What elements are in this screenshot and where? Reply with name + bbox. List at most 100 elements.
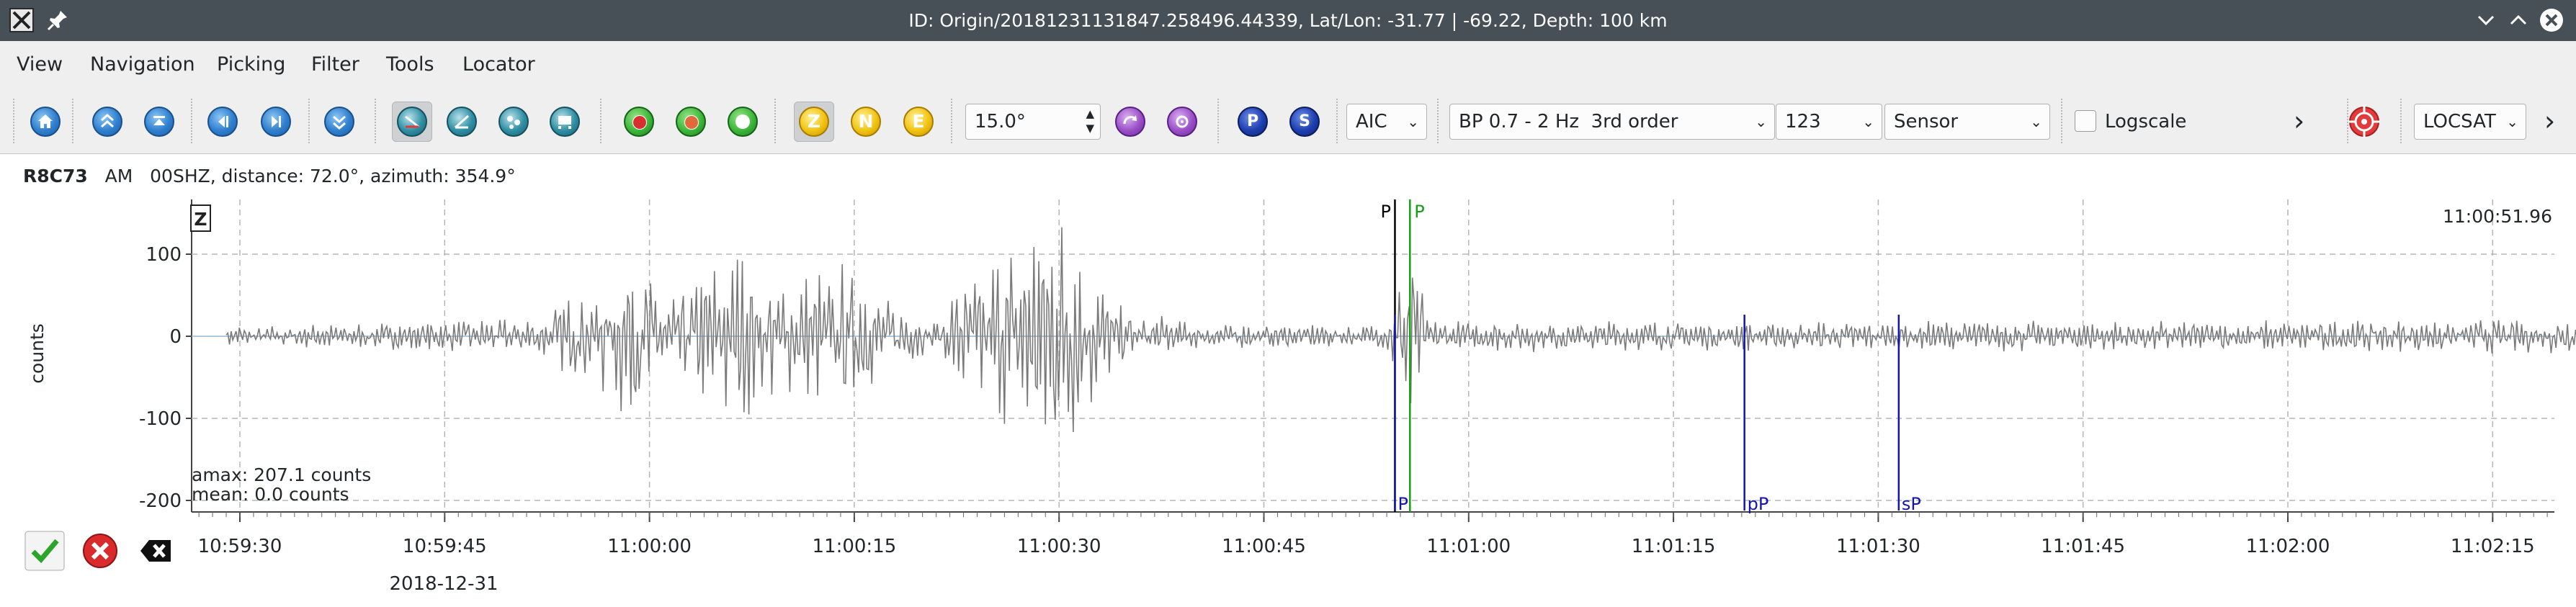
menu-tools[interactable]: Tools [386, 53, 434, 76]
toolbar-separator [600, 99, 601, 143]
rotate-icon [1115, 107, 1145, 137]
close-trace-button[interactable] [135, 530, 176, 572]
rotate-button[interactable] [1111, 102, 1150, 141]
locator-select[interactable]: LOCSAT ⌄ [2414, 104, 2526, 140]
filter-value: BP 0.7 - 2 Hz 3rd order [1459, 111, 1678, 132]
pick-accept-icon [728, 107, 758, 137]
pick-p-button[interactable] [620, 102, 658, 141]
phase-p-button[interactable]: P [1233, 102, 1272, 141]
spin-down-icon[interactable]: ▼ [1086, 122, 1094, 135]
previous-icon [207, 107, 238, 137]
phase-p-icon: P [1238, 107, 1268, 137]
x-tick-label: 11:01:30 [1836, 536, 1920, 557]
chevron-down-icon: ⌄ [2506, 113, 2518, 130]
scroll-up-button[interactable] [88, 102, 127, 141]
align-onset-button[interactable] [442, 102, 481, 141]
toolbar-extension-button[interactable]: › [2294, 103, 2304, 139]
amax-label: amax: 207.1 counts [192, 464, 371, 485]
toolbar-separator [2400, 99, 2402, 143]
sort-button[interactable] [494, 102, 533, 141]
scroll-top-button[interactable] [140, 102, 179, 141]
gain-value: 123 [1785, 111, 1821, 132]
sort-distance-button[interactable] [545, 102, 584, 141]
y-tick-label: -100 [139, 408, 182, 430]
maximize-icon[interactable] [2505, 7, 2531, 33]
angle-value: 15.0° [975, 111, 1026, 132]
chevron-down-icon: ⌄ [1755, 113, 1767, 130]
pick-s-icon [676, 107, 706, 137]
locator-extension-button[interactable]: › [2544, 103, 2555, 139]
picker-method-select[interactable]: AIC ⌄ [1346, 104, 1427, 140]
scroll-top-icon [144, 107, 174, 137]
accept-icon [24, 531, 65, 571]
menu-view[interactable]: View [17, 53, 63, 76]
target-icon [2348, 106, 2380, 138]
toolbar: Z N E 15.0° ▲ ▼ P S AIC ⌄ BP 0.7 - 2 Hz … [0, 89, 2576, 153]
window-title: ID: Origin/20181231131847.258496.44339, … [908, 10, 1668, 31]
menu-filter[interactable]: Filter [311, 53, 359, 76]
x-tick-label: 11:01:45 [2041, 536, 2125, 557]
align-origin-button[interactable] [392, 102, 432, 142]
relocate-button[interactable] [2345, 102, 2384, 141]
phase-s-button[interactable]: S [1285, 102, 1324, 141]
phase-s-icon: S [1289, 107, 1320, 137]
reject-button[interactable] [79, 530, 121, 572]
window-titlebar[interactable]: ID: Origin/20181231131847.258496.44339, … [0, 0, 2576, 41]
minimize-icon[interactable] [2473, 7, 2499, 33]
align-origin-icon [397, 107, 427, 137]
seismogram-plot[interactable]: 100 0 -100 -200 10:59:30 10:59:45 11:00:00 11:0… [0, 154, 2576, 607]
pick-accept-button[interactable] [723, 102, 762, 141]
menu-bar: View Navigation Picking Filter Tools Loc… [0, 41, 2576, 89]
close-trace-icon [140, 540, 171, 562]
trace-panel[interactable]: R8C73 AM 00SHZ, distance: 72.0°, azimuth… [0, 153, 2576, 607]
x-tick-label: 11:00:30 [1017, 536, 1101, 557]
spin-up-icon[interactable]: ▲ [1086, 107, 1094, 120]
x-tick-label: 11:01:15 [1632, 536, 1716, 557]
x-tick-label: 11:00:15 [813, 536, 897, 557]
angle-spinbox[interactable]: 15.0° ▲ ▼ [965, 104, 1101, 140]
toolbar-separator [2061, 99, 2062, 143]
component-z-button[interactable]: Z [794, 102, 834, 142]
locator-value: LOCSAT [2423, 111, 2496, 132]
menu-picking[interactable]: Picking [217, 53, 285, 76]
scroll-down-icon [324, 107, 354, 137]
last-button[interactable] [256, 102, 295, 141]
component-z-icon: Z [799, 107, 829, 137]
scroll-down-button[interactable] [320, 102, 359, 141]
menu-navigation[interactable]: Navigation [90, 53, 195, 76]
component-n-icon: N [851, 107, 881, 137]
y-tick-label: -200 [139, 490, 182, 512]
trace-timestamp: 11:00:51.96 [2443, 206, 2552, 227]
rotate-back-icon [1167, 107, 1197, 137]
gain-select[interactable]: 123 ⌄ [1776, 104, 1882, 140]
component-e-button[interactable]: E [899, 102, 938, 141]
toolbar-separator [1217, 99, 1219, 143]
component-n-button[interactable]: N [846, 102, 885, 141]
y-tick-label: 100 [146, 244, 182, 266]
waveform-trace [225, 227, 2576, 433]
filter-select[interactable]: BP 0.7 - 2 Hz 3rd order ⌄ [1449, 104, 1775, 140]
home-button[interactable] [26, 102, 65, 141]
logscale-label[interactable]: Logscale [2105, 111, 2186, 132]
x-tick-label: 11:00:00 [607, 536, 692, 557]
rotate-back-button[interactable] [1163, 102, 1202, 141]
home-icon [30, 107, 61, 137]
menu-locator[interactable]: Locator [462, 53, 535, 76]
toolbar-separator [308, 99, 310, 143]
toolbar-separator [774, 99, 776, 143]
pick-label-theoretical: pP [1748, 494, 1769, 514]
sort-distance-icon [550, 107, 580, 137]
x-tick-label: 11:02:15 [2451, 536, 2535, 557]
unit-select[interactable]: Sensor ⌄ [1884, 104, 2050, 140]
pick-s-button[interactable] [671, 102, 710, 141]
previous-button[interactable] [203, 102, 242, 141]
mean-label: mean: 0.0 counts [192, 484, 349, 505]
accept-button[interactable] [24, 530, 66, 572]
x-tick-label: 10:59:45 [403, 536, 487, 557]
x-tick-label: 11:02:00 [2246, 536, 2330, 557]
scroll-up-icon [92, 107, 122, 137]
logscale-checkbox[interactable] [2075, 110, 2096, 132]
close-icon[interactable] [2539, 7, 2564, 33]
x-tick-label: 11:01:00 [1426, 536, 1511, 557]
last-icon [261, 107, 291, 137]
